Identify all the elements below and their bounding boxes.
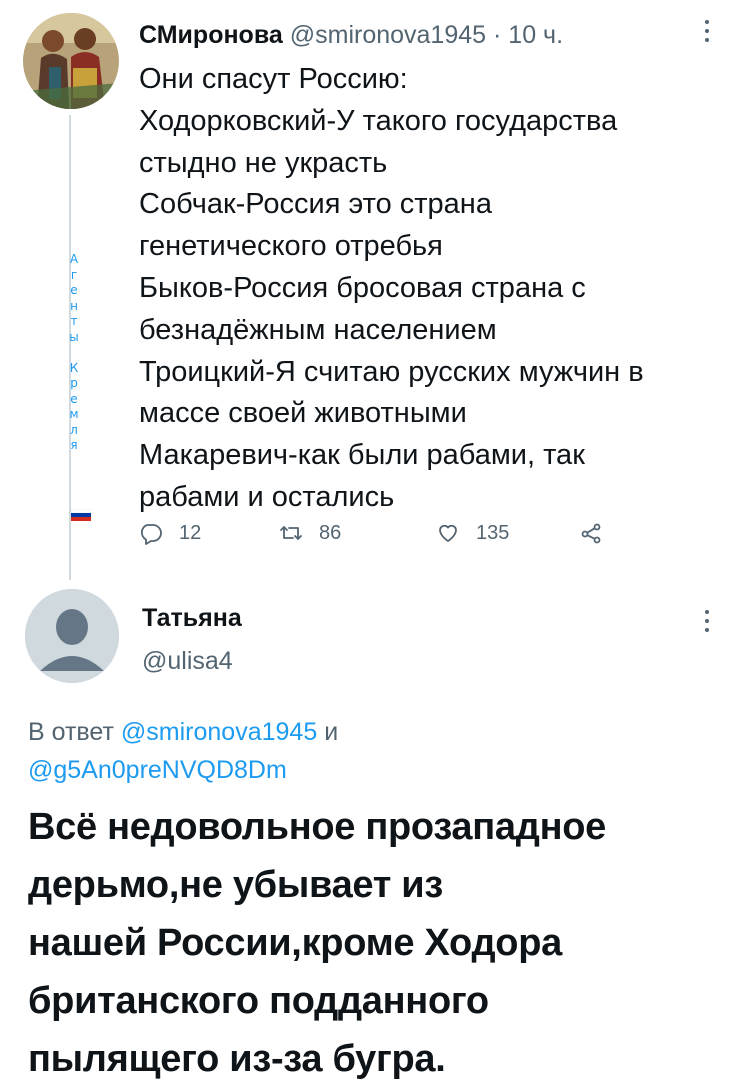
tweet-text-line: Они спасут Россию:	[139, 63, 408, 95]
avatar-icon-painting	[23, 13, 119, 109]
reply-count: 12	[179, 521, 202, 544]
tweet-text-line: Макаревич-как были рабами, так	[139, 439, 585, 472]
tweet-text-line: Всё недовольное прозападное	[28, 806, 606, 848]
like-icon	[439, 524, 457, 542]
tweet-text-line: стыдно не украсть	[139, 146, 388, 179]
reply-author-avatar[interactable]	[25, 589, 119, 683]
vertical-letter: т	[70, 314, 78, 328]
tweet-text-line: генетического отребья	[139, 230, 443, 263]
retweet-button[interactable]: 86	[279, 515, 341, 551]
tweet-text-line: Быков-Россия бросовая страна с	[139, 271, 586, 304]
reply-author-name[interactable]: Татьяна	[142, 602, 242, 634]
reply-author-handle[interactable]: @ulisa4	[142, 645, 233, 677]
tweet1-text: Они спасут Россию: Ходорковский-У такого …	[139, 59, 724, 519]
vertical-letter: е	[70, 283, 78, 297]
reply-prefix: В ответ	[28, 718, 114, 746]
share-button[interactable]	[579, 515, 619, 551]
retweet-count: 86	[319, 521, 342, 544]
retweet-icon	[280, 526, 302, 540]
default-avatar-icon	[25, 589, 119, 683]
russia-flag-icon	[71, 509, 91, 521]
tweet-text-line: рабами и остались	[139, 480, 395, 513]
vertical-letter: м	[69, 407, 79, 421]
reply-icon	[140, 524, 162, 545]
vertical-letter: г	[70, 267, 78, 282]
tweet-text-line: британского подданного	[28, 980, 489, 1022]
vertical-letter: А	[69, 252, 79, 266]
tweet-text-line: Троицкий-Я считаю русских мужчин в	[139, 355, 644, 388]
tweet-text-line: массе своей животными	[139, 397, 467, 430]
like-count: 135	[476, 521, 510, 544]
share-icon	[581, 523, 601, 544]
author-handle[interactable]: @smironova1945	[290, 21, 486, 49]
like-button[interactable]: 135	[436, 515, 509, 551]
vertical-letter: р	[70, 376, 78, 390]
reply-joiner: и	[324, 718, 339, 746]
more-icon[interactable]	[705, 20, 711, 47]
tweet-text-line: нашей России,кроме Ходора	[28, 922, 562, 964]
tweet-actions: 12 86 135	[139, 515, 659, 551]
vertical-letter: я	[70, 438, 78, 452]
vertical-letter: л	[70, 422, 78, 437]
vertical-letter: е	[70, 391, 78, 406]
vertical-letter: н	[70, 298, 78, 313]
tweet-text-line: безнадёжным населением	[139, 313, 497, 346]
reply-mention-2[interactable]: @g5An0preNVQD8Dm	[28, 756, 287, 784]
tweet1-header: СМиронова @smironova1945 · 10 ч.	[139, 15, 707, 55]
replying-to: В ответ @smironova1945 и @g5An0preNVQD8D…	[28, 713, 718, 789]
vertical-letter	[58, 345, 90, 361]
author-avatar[interactable]	[23, 13, 119, 109]
reply-button[interactable]: 12	[139, 515, 201, 551]
vertical-letter: К	[69, 360, 79, 375]
tweet-timestamp[interactable]: 10 ч.	[508, 21, 563, 49]
header-separator: ·	[493, 21, 502, 49]
author-name[interactable]: СМиронова	[139, 21, 283, 49]
tweet-text-line: Собчак-Россия это страна	[139, 188, 492, 221]
more-icon[interactable]	[705, 610, 711, 637]
vertical-letter: ы	[69, 329, 79, 344]
profile-vertical-label: АгентыКремля	[58, 252, 90, 454]
tweet2-text: Всё недовольное прозападное дерьмо,не убы…	[28, 798, 728, 1088]
tweet-text-line: дерьмо,не убывает из	[28, 864, 443, 906]
tweet-text-line: пылящего из-за бугра.	[28, 1038, 446, 1080]
tweet-text-line: Ходорковский-У такого государства	[139, 104, 618, 137]
reply-mention-1[interactable]: @smironova1945	[121, 718, 317, 746]
